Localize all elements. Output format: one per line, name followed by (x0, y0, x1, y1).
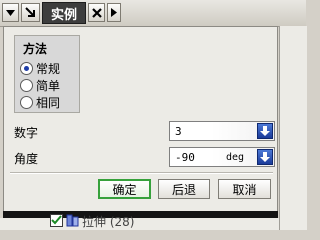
tree-checkbox[interactable] (50, 214, 63, 227)
angle-field[interactable]: -90 deg (169, 147, 275, 167)
radio-button[interactable] (20, 78, 33, 92)
radio-option-identical[interactable]: 相同 (20, 94, 60, 110)
radio-label: 常规 (36, 61, 61, 76)
arrow-down-icon (260, 152, 270, 162)
dialog-title: 实例 (42, 2, 86, 24)
checkmark-icon (51, 215, 62, 225)
number-label: 数字 (14, 126, 39, 140)
radio-button[interactable] (20, 95, 33, 109)
number-dropdown-button[interactable] (257, 123, 273, 139)
extrude-feature-icon (66, 214, 79, 227)
radio-button[interactable] (20, 61, 33, 75)
radio-label: 相同 (36, 95, 61, 110)
chevron-down-icon (6, 9, 15, 16)
angle-label: 角度 (14, 152, 39, 166)
number-field[interactable]: 3 (169, 121, 275, 141)
ok-button[interactable]: 确定 (98, 179, 151, 199)
divider (10, 172, 273, 174)
back-button[interactable]: 后退 (158, 179, 210, 199)
radio-label: 简单 (36, 78, 61, 93)
angle-value: -90 (175, 151, 195, 164)
angle-unit: deg (226, 152, 245, 163)
group-title: 方法 (23, 42, 48, 56)
menu-button[interactable] (2, 3, 19, 22)
collapse-button[interactable] (21, 3, 40, 22)
arrow-down-right-icon (25, 7, 35, 17)
radio-option-simple[interactable]: 简单 (20, 77, 60, 93)
tree-item-label[interactable]: 拉伸 (28) (82, 213, 134, 230)
dialog-panel: 方法 常规 简单 相同 数字 3 角度 -90 deg 确定 后退 取消 (3, 26, 278, 212)
right-side-panel (279, 26, 307, 230)
method-group: 方法 常规 简单 相同 (14, 35, 80, 113)
panel-shadow (3, 211, 278, 218)
close-icon (91, 7, 102, 18)
arrow-down-icon (260, 126, 270, 136)
close-button[interactable] (88, 3, 105, 22)
radio-option-normal[interactable]: 常规 (20, 60, 60, 76)
next-button[interactable] (107, 3, 121, 22)
cancel-button[interactable]: 取消 (218, 179, 271, 199)
chevron-right-icon (111, 8, 117, 17)
title-bar: 实例 (0, 0, 306, 27)
number-value: 3 (175, 125, 182, 138)
angle-dropdown-button[interactable] (257, 149, 273, 165)
tree-row (0, 218, 279, 230)
